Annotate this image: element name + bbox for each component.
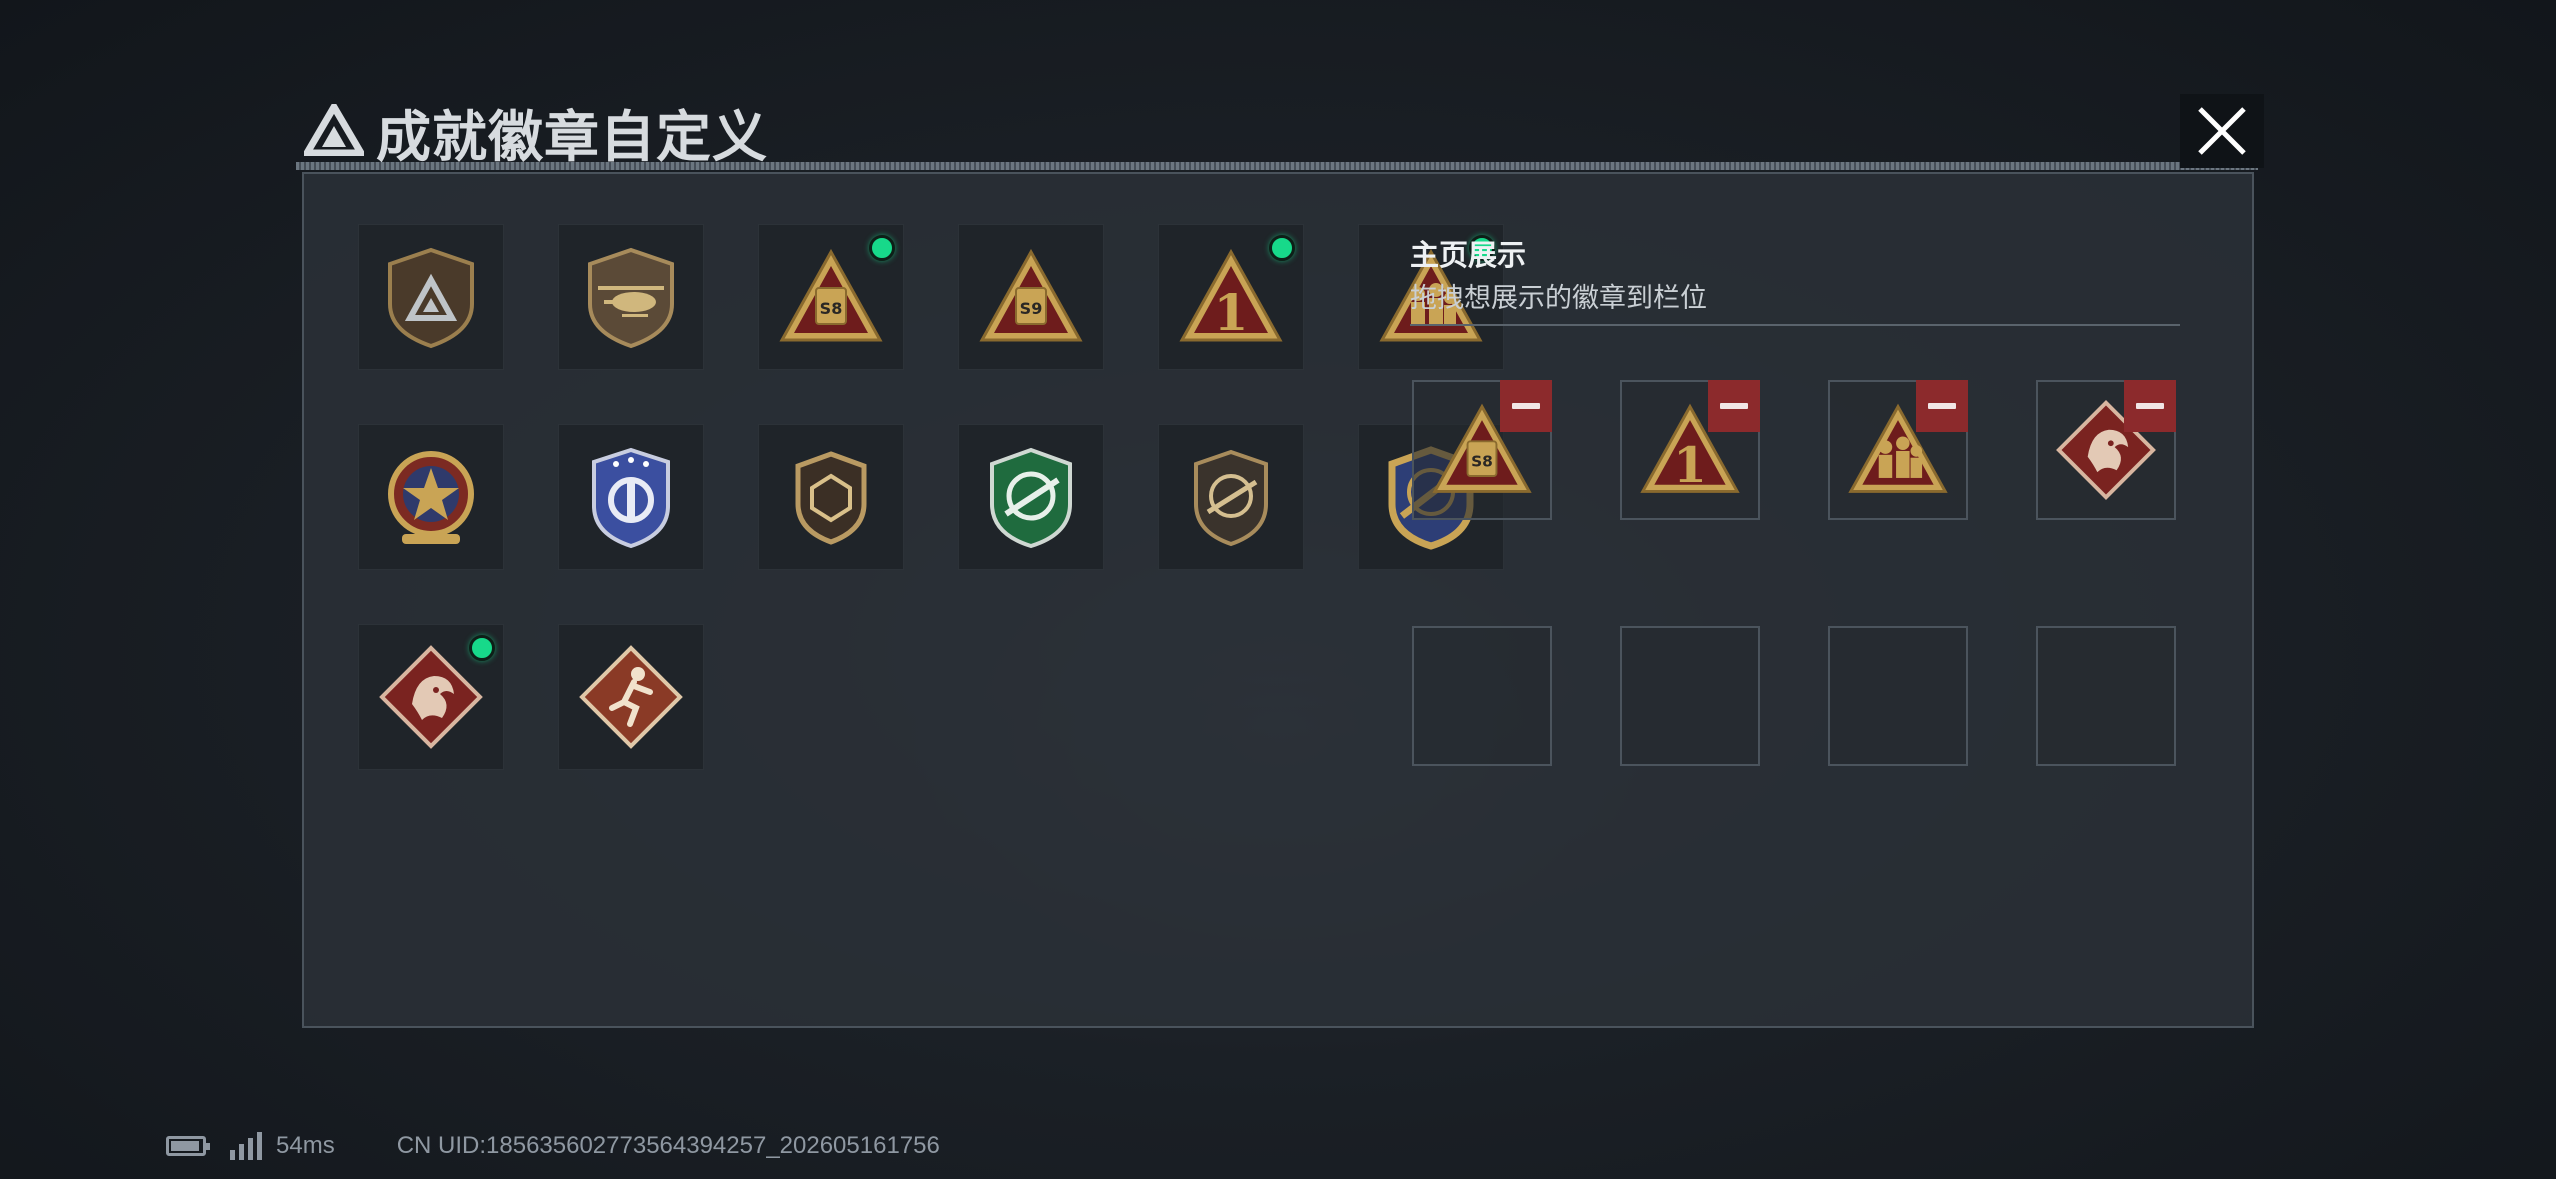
tri-s8-badge-icon: S8 [779, 248, 883, 342]
badge-item[interactable] [558, 624, 704, 770]
badge-item[interactable]: S8 [758, 224, 904, 370]
showcase-slot-filled[interactable] [2036, 380, 2176, 520]
tri-shield-badge-icon [388, 247, 474, 349]
new-indicator-dot [1269, 235, 1295, 261]
close-icon [2198, 107, 2246, 155]
ping-value: 54ms [276, 1132, 335, 1159]
tri-number-one-badge-icon: 1 [1179, 248, 1283, 342]
hexagon-shield-badge-icon [795, 451, 867, 545]
badge-item[interactable] [758, 424, 904, 570]
badge-item[interactable] [358, 424, 504, 570]
showcase-slot-empty[interactable] [1412, 626, 1552, 766]
remove-badge-button[interactable] [1916, 380, 1968, 432]
showcase-title: 主页展示 [1410, 240, 1527, 272]
svg-text:S8: S8 [1471, 452, 1493, 470]
showcase-slot-empty[interactable] [1828, 626, 1968, 766]
minus-icon [2136, 403, 2164, 409]
tri-s9-badge-icon: S9 [979, 248, 1083, 342]
badge-item[interactable] [1158, 424, 1304, 570]
remove-badge-button[interactable] [1708, 380, 1760, 432]
svg-text:1: 1 [1214, 283, 1249, 342]
dark-crosshair-badge-icon [1194, 449, 1268, 547]
star-medal-badge-icon [388, 451, 474, 544]
battery-icon [166, 1136, 210, 1156]
badge-item[interactable] [558, 424, 704, 570]
svg-text:S9: S9 [1020, 299, 1043, 318]
badge-item[interactable] [358, 224, 504, 370]
showcase-subtitle: 拖拽想展示的徽章到栏位 [1410, 283, 1707, 313]
uid-text: CN UID:185635602773564394257_20260516175… [396, 1132, 940, 1159]
remove-badge-button[interactable] [2124, 380, 2176, 432]
badge-item[interactable] [358, 624, 504, 770]
blue-shield-badge-icon [592, 447, 670, 549]
status-footer: 54ms CN UID:185635602773564394257_202605… [166, 1126, 940, 1166]
new-indicator-dot [869, 235, 895, 261]
showcase-slot-empty[interactable] [1620, 626, 1760, 766]
close-button[interactable] [2180, 94, 2264, 168]
minus-icon [1928, 403, 1956, 409]
showcase-slot-empty[interactable] [2036, 626, 2176, 766]
dragon-diamond-badge-icon [379, 645, 483, 749]
showcase-slot-filled[interactable]: S8 [1412, 380, 1552, 520]
remove-badge-button[interactable] [1500, 380, 1552, 432]
showcase-slot-filled[interactable]: 1 [1620, 380, 1760, 520]
minus-icon [1512, 403, 1540, 409]
dialog-header: 成就徽章自定义 [296, 82, 2258, 172]
header-divider [296, 162, 2258, 170]
minus-icon [1720, 403, 1748, 409]
svg-text:S8: S8 [820, 299, 843, 318]
badge-item[interactable] [558, 224, 704, 370]
badge-item[interactable]: S9 [958, 224, 1104, 370]
delta-logo-icon [304, 104, 364, 156]
signal-icon [230, 1132, 262, 1160]
page-title: 成就徽章自定义 [376, 105, 769, 169]
showcase-divider [1410, 324, 2180, 326]
svg-text:1: 1 [1673, 438, 1707, 494]
showcase-slot-filled[interactable] [1828, 380, 1968, 520]
helicopter-badge-icon [588, 247, 674, 349]
badge-item[interactable] [958, 424, 1104, 570]
runner-diamond-badge-icon [579, 645, 683, 749]
badge-customize-panel: S8 S9 1 主页展示 拖拽想展示的徽章到栏位 S8 1 [302, 172, 2254, 1028]
badge-item[interactable]: 1 [1158, 224, 1304, 370]
new-indicator-dot [469, 635, 495, 661]
green-crosshair-badge-icon [990, 447, 1072, 549]
